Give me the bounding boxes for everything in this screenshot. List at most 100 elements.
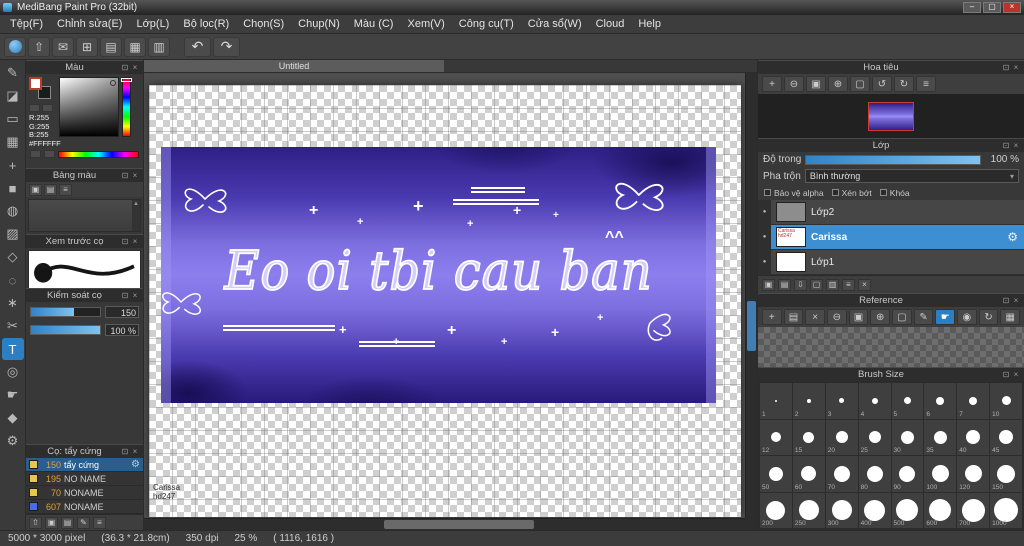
ref-folder-icon[interactable]: ▤	[783, 309, 804, 325]
canvas[interactable]: Eo oi tbi cau ban ^^ + + + + + + + + + + + + Cariss…	[149, 85, 741, 517]
nav-menu-icon[interactable]: ≡	[916, 76, 936, 92]
redo-button[interactable]: ↷	[213, 36, 240, 57]
opacity-slider[interactable]	[805, 154, 981, 165]
navigator-thumbnail[interactable]	[868, 101, 914, 131]
brush-size-1[interactable]: 1	[760, 383, 792, 419]
shape-tool[interactable]: ◇	[2, 246, 24, 268]
duplicate-layer-icon[interactable]: ▥	[826, 278, 839, 291]
bucket-tool[interactable]: ◍	[2, 200, 24, 222]
gear-icon[interactable]: ⚙	[1007, 230, 1018, 244]
brush-size-4[interactable]: 4	[858, 383, 891, 419]
brush-size-25[interactable]: 25	[858, 419, 891, 455]
brush-size-45[interactable]: 45	[990, 419, 1022, 455]
brush-size-30[interactable]: 30	[891, 419, 924, 455]
brush-size-40[interactable]: 40	[957, 419, 990, 455]
minimize-button[interactable]: –	[963, 2, 981, 13]
slider-value[interactable]: 100 %	[105, 324, 139, 336]
menu-item-1[interactable]: Chỉnh sửa(E)	[50, 16, 129, 32]
brush-menu-icon[interactable]: ≡	[93, 516, 106, 529]
nav-rotate-left-icon[interactable]: ↺	[872, 76, 892, 92]
float-panel-icon[interactable]: ⊡	[1001, 141, 1011, 150]
menu-item-11[interactable]: Help	[631, 16, 668, 32]
brush-size-700[interactable]: 700	[957, 492, 990, 528]
pen-tool[interactable]: ✎	[2, 62, 24, 84]
brush-size-80[interactable]: 80	[858, 456, 891, 492]
stamp-tool[interactable]: ▦	[2, 131, 24, 153]
brush-size-15[interactable]: 15	[792, 419, 825, 455]
saturation-value-picker[interactable]	[59, 77, 119, 137]
delete-layer-icon[interactable]: ×	[858, 278, 871, 291]
comment-icon[interactable]: ✉	[52, 36, 74, 57]
brush-size-1000[interactable]: 1000	[990, 492, 1022, 528]
wand-tool[interactable]: ∗	[2, 292, 24, 314]
brush-size-2[interactable]: 2	[792, 383, 825, 419]
eraser-tool[interactable]: ◪	[2, 85, 24, 107]
brush-size-400[interactable]: 400	[858, 492, 891, 528]
brush-item[interactable]: 195 NO NAME	[26, 472, 143, 486]
brush-size-6[interactable]: 6	[924, 383, 957, 419]
menu-item-8[interactable]: Công cụ(T)	[452, 16, 521, 32]
brush-size-100[interactable]: 100	[924, 456, 957, 492]
close-panel-icon[interactable]: ×	[1011, 141, 1021, 150]
nav-zoom-in-icon[interactable]: ⊕	[828, 76, 848, 92]
grid-icon[interactable]: ▦	[124, 36, 146, 57]
float-panel-icon[interactable]: ⊡	[120, 171, 130, 180]
brush-opacity-slider[interactable]: 100 %	[30, 324, 139, 336]
ref-close-icon[interactable]: ×	[805, 309, 826, 325]
brush-size-50[interactable]: 50	[760, 456, 792, 492]
add-brush-icon[interactable]: ▣	[45, 516, 58, 529]
layer-checkbox-0[interactable]: Bảo vệ alpha	[764, 188, 824, 198]
color-bar[interactable]	[58, 150, 139, 158]
select-tool[interactable]: ▭	[2, 108, 24, 130]
hue-slider[interactable]	[121, 77, 132, 137]
brush-size-5[interactable]: 5	[891, 383, 924, 419]
close-panel-icon[interactable]: ×	[130, 63, 140, 72]
brush-size-300[interactable]: 300	[825, 492, 858, 528]
visibility-dot[interactable]: ●	[758, 250, 771, 274]
folder-icon[interactable]: ▢	[810, 278, 823, 291]
ref-actual-size-icon[interactable]: ▢	[892, 309, 912, 325]
nav-pan-icon[interactable]: +	[762, 76, 782, 92]
ref-hand-icon[interactable]: ☛	[935, 309, 956, 325]
gear-icon[interactable]: ⚙	[131, 459, 140, 470]
fill-rect-tool[interactable]: ■	[2, 177, 24, 199]
close-panel-icon[interactable]: ×	[130, 447, 140, 456]
brush-size-70[interactable]: 70	[825, 456, 858, 492]
text-tool[interactable]: T	[1, 338, 24, 360]
lasso-tool[interactable]: ◌	[2, 269, 24, 291]
duplicate-brush-icon[interactable]: ▤	[61, 516, 74, 529]
brush-size-12[interactable]: 12	[760, 419, 792, 455]
ref-pencil-icon[interactable]: ✎	[913, 309, 934, 325]
color-mode-button[interactable]	[30, 150, 41, 158]
merge-layer-icon[interactable]: ≡	[842, 278, 855, 291]
brush-item[interactable]: 150 tẩy cứng ⚙	[26, 458, 143, 472]
brush-size-250[interactable]: 250	[792, 492, 825, 528]
ref-zoom-out-icon[interactable]: ⊖	[827, 309, 847, 325]
new-layer-icon[interactable]: ▣	[762, 278, 775, 291]
move-tool[interactable]: +	[2, 154, 24, 176]
float-panel-icon[interactable]: ⊡	[1001, 370, 1011, 379]
undo-button[interactable]: ↶	[184, 36, 211, 57]
float-panel-icon[interactable]: ⊡	[120, 237, 130, 246]
vertical-scrollbar-thumb[interactable]	[747, 301, 756, 351]
swatch-list-icon[interactable]: ≡	[59, 183, 72, 196]
brush-size-7[interactable]: 7	[957, 383, 990, 419]
hand-tool[interactable]: ☛	[2, 384, 24, 406]
menu-item-10[interactable]: Cloud	[589, 16, 632, 32]
ref-move-icon[interactable]: +	[762, 309, 782, 325]
brush-size-3[interactable]: 3	[825, 383, 858, 419]
menu-item-3[interactable]: Bộ lọc(R)	[176, 16, 236, 32]
brush-size-35[interactable]: 35	[924, 419, 957, 455]
palette-scrollbar[interactable]: ▲	[132, 200, 140, 231]
ref-rotate-icon[interactable]: ↻	[978, 309, 999, 325]
float-panel-icon[interactable]: ⊡	[120, 63, 130, 72]
close-panel-icon[interactable]: ×	[1011, 63, 1021, 72]
menu-item-4[interactable]: Chọn(S)	[236, 16, 291, 32]
brush-item[interactable]: 70 NONAME	[26, 486, 143, 500]
close-panel-icon[interactable]: ×	[130, 237, 140, 246]
document-icon[interactable]: ▤	[100, 36, 122, 57]
float-panel-icon[interactable]: ⊡	[120, 291, 130, 300]
visibility-dot[interactable]: ●	[758, 225, 771, 249]
eyedropper-tool[interactable]: ◆	[2, 407, 24, 429]
horizontal-scrollbar[interactable]	[144, 518, 745, 530]
